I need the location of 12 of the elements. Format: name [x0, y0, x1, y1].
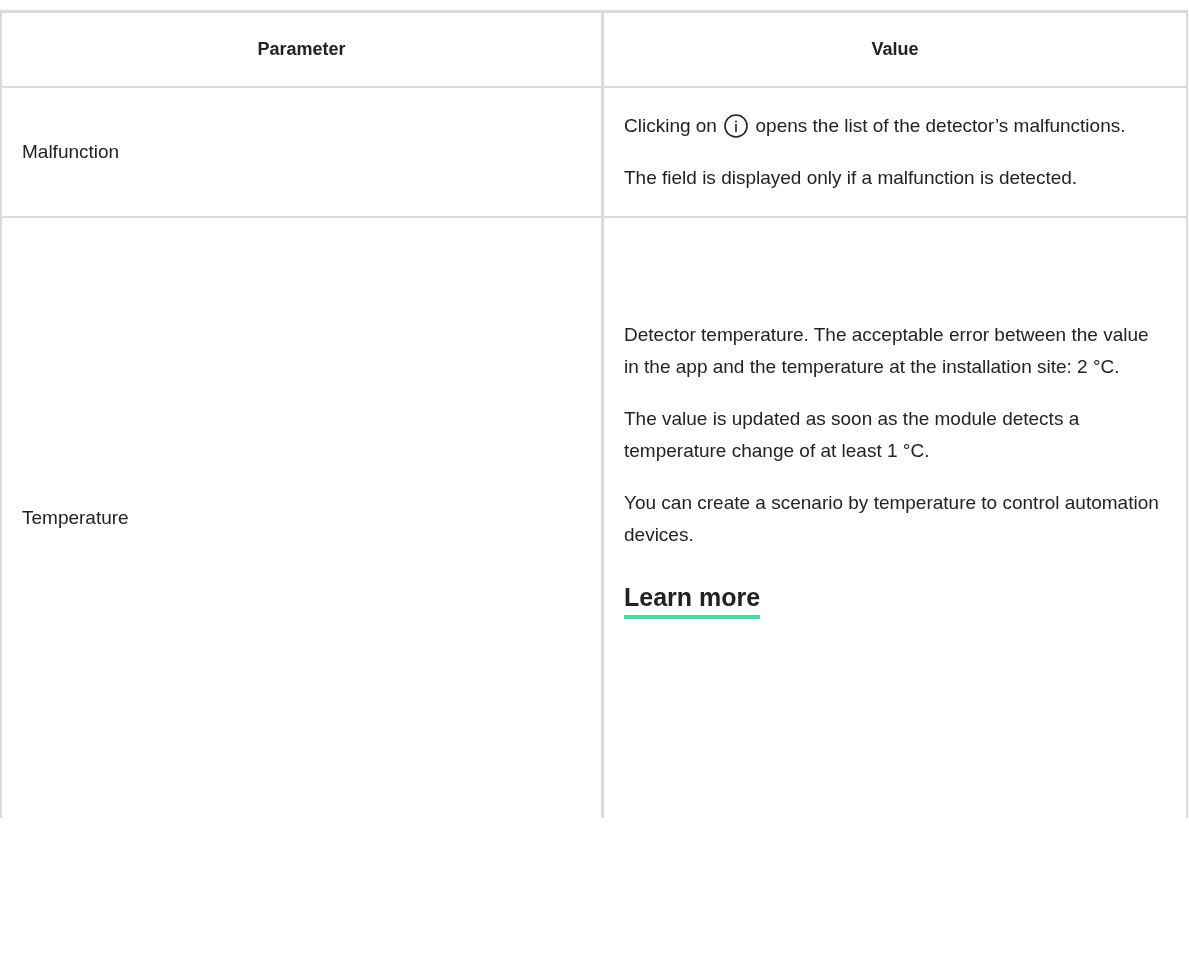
- value-text: Clicking on: [624, 115, 717, 136]
- column-header: Value: [601, 13, 1186, 86]
- value-text: The value is updated as soon as the module detects a temperature change of at least 1 °C.: [624, 407, 1081, 463]
- value-text: Detector temperature. The acceptable error between the value in the app and the temperature at the installation site: 2 °C.: [624, 323, 1150, 379]
- value-text: The field is displayed only if a malfunction is detected.: [624, 166, 1079, 190]
- learn-more-link[interactable]: Learn more: [624, 581, 761, 619]
- value-text: You can create a scenario by temperature to control automation devices.: [624, 491, 1160, 547]
- parameter-name: Temperature: [22, 507, 130, 529]
- info-icon: [724, 114, 749, 138]
- parameter-name: Malfunction: [22, 141, 121, 163]
- value-text: opens the list of the detector’s malfunctions.: [755, 115, 1126, 136]
- column-header: Parameter: [256, 38, 347, 61]
